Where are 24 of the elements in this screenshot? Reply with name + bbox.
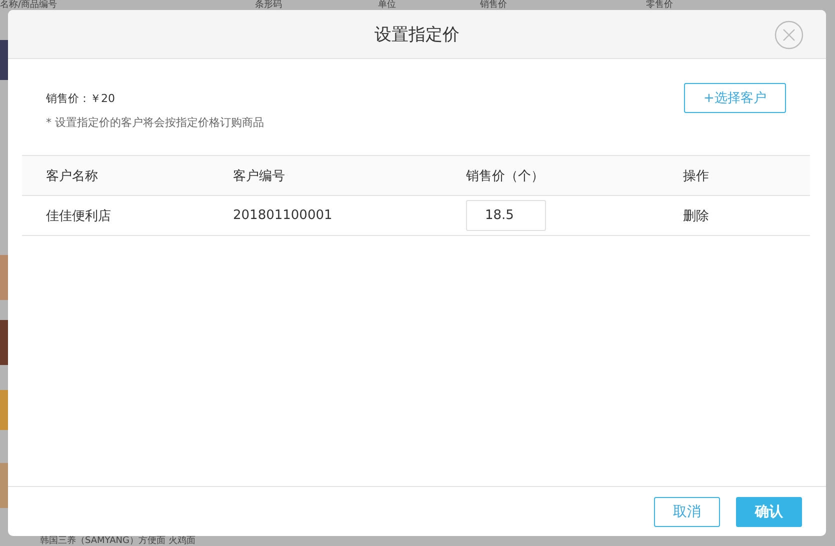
select-customer-button[interactable]: +选择客户 [684,83,786,113]
column-heading: 操作 [682,168,710,184]
delete-link[interactable]: 删除 [683,208,709,224]
photo-placeholder [0,390,8,430]
column-heading: 零售价 [646,0,673,10]
column-heading: 条形码 [255,0,282,10]
confirm-button[interactable]: 确认 [736,496,802,526]
table-cell-text: 佳佳便利店 [45,208,112,224]
cancel-button[interactable]: 取消 [654,496,720,526]
price-text: 销售价：￥20 [46,91,116,106]
dialog-title: 设置指定价 [374,24,460,46]
note-text: * 设置指定价的客户将会按指定价格订购商品 [46,115,264,130]
price-input[interactable]: 18.5 [466,200,546,231]
column-heading: 客户名称 [45,168,99,184]
close-icon[interactable] [774,20,804,50]
photo-placeholder [0,463,8,508]
column-heading: 销售价（个） [465,168,545,184]
photo-placeholder [0,255,8,300]
table-cell-text: 201801100001 [232,208,334,223]
photo-placeholder [0,40,8,80]
column-heading: 客户编号 [232,168,286,184]
column-heading: 销售价 [480,0,507,10]
product-name: 韩国三养（SAMYANG）方便面 火鸡面 [40,536,196,546]
photo-placeholder [0,320,8,365]
